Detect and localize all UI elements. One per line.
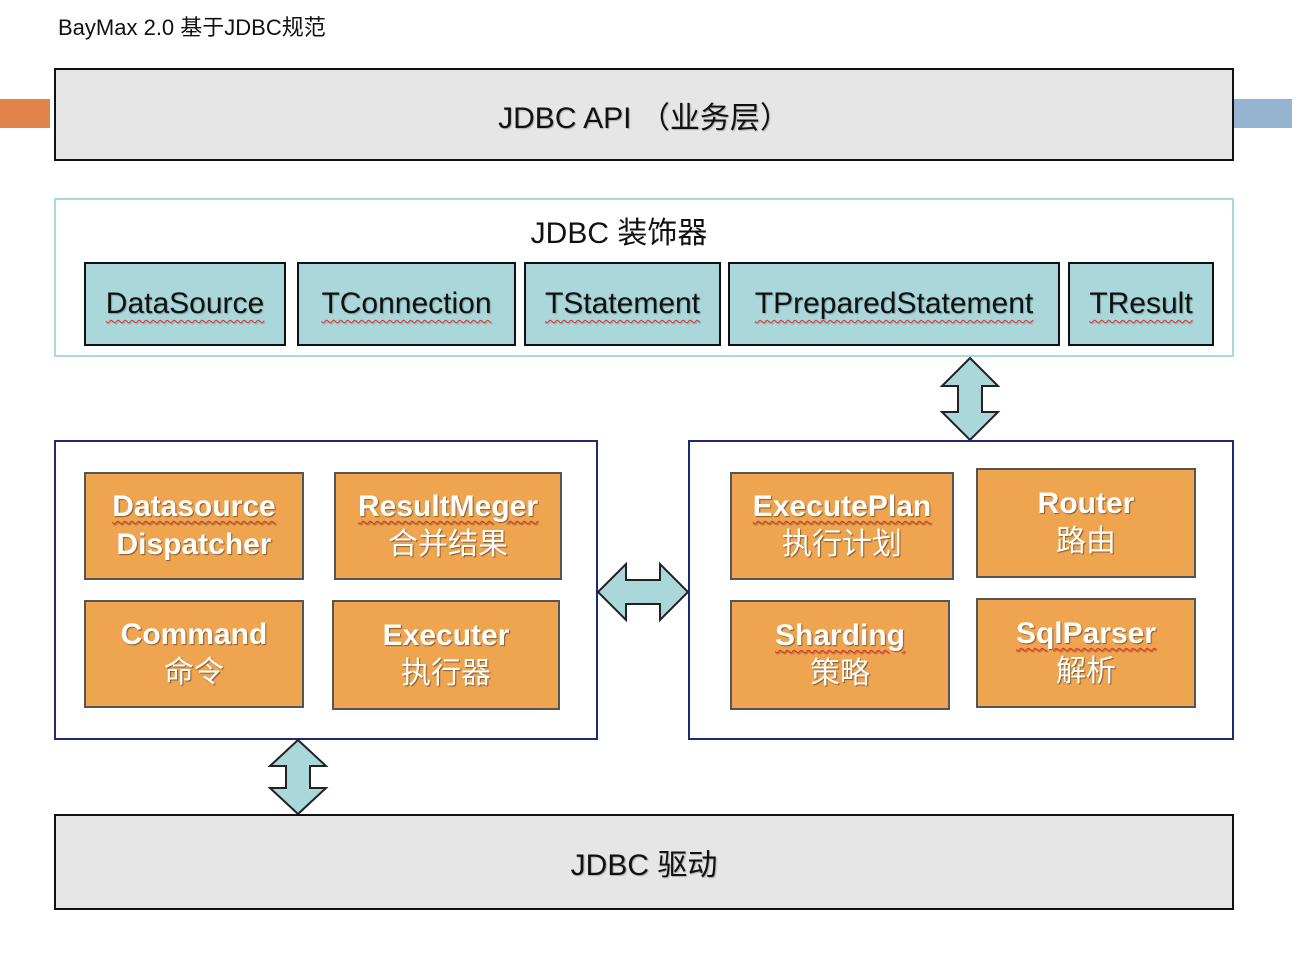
box-title: Command	[120, 618, 268, 651]
decorator-title: JDBC 装饰器	[530, 217, 708, 250]
page-title: BayMax 2.0 基于JDBC规范	[58, 15, 326, 40]
decorator-item-label: TConnection	[321, 287, 492, 320]
sqlparser-box: SqlParser 解析	[976, 598, 1196, 708]
sharding-box: Sharding 策略	[730, 600, 950, 710]
box-title: Executer	[382, 619, 510, 652]
box-title: SqlParser	[1015, 617, 1157, 650]
decorator-item-tresult: TResult	[1068, 262, 1214, 346]
box-subtitle: 解析	[1056, 655, 1116, 688]
box-title: Datasource	[112, 490, 276, 523]
decorator-item-label: TPreparedStatement	[754, 287, 1034, 320]
double-arrow-horizontal-icon	[596, 561, 690, 623]
jdbc-api-layer: JDBC API （业务层）	[54, 68, 1234, 161]
box-title-line2: Dispatcher	[116, 528, 272, 561]
jdbc-api-label: JDBC API （业务层）	[498, 101, 790, 135]
jdbc-driver-label: JDBC 驱动	[570, 849, 718, 882]
decorator-item-tconnection: TConnection	[297, 262, 516, 346]
decorator-item-label: DataSource	[105, 287, 265, 320]
box-title: Sharding	[774, 619, 905, 652]
decorator-item-tpreparedstatement: TPreparedStatement	[728, 262, 1060, 346]
command-box: Command 命令	[84, 600, 304, 708]
accent-bar-left	[0, 99, 50, 128]
box-title: Router	[1037, 487, 1135, 520]
box-subtitle: 执行器	[401, 657, 491, 690]
decorator-item-label: TStatement	[544, 287, 701, 320]
box-subtitle: 执行计划	[782, 528, 902, 561]
box-title: ResultMeger	[357, 490, 539, 523]
result-merger-box: ResultMeger 合并结果	[334, 472, 562, 580]
datasource-dispatcher-box: Datasource Dispatcher	[84, 472, 304, 580]
execute-plan-box: ExecutePlan 执行计划	[730, 472, 954, 580]
decorator-item-label: TResult	[1089, 287, 1193, 320]
box-subtitle: 策略	[810, 657, 870, 690]
box-subtitle: 命令	[164, 656, 224, 689]
box-subtitle: 合并结果	[388, 528, 508, 561]
jdbc-driver-layer: JDBC 驱动	[54, 814, 1234, 910]
box-subtitle: 路由	[1056, 525, 1116, 558]
accent-bar-right	[1234, 99, 1292, 128]
double-arrow-vertical-icon	[939, 356, 1001, 442]
router-box: Router 路由	[976, 468, 1196, 578]
decorator-item-tstatement: TStatement	[524, 262, 721, 346]
executer-box: Executer 执行器	[332, 600, 560, 710]
decorator-item-datasource: DataSource	[84, 262, 286, 346]
double-arrow-vertical-icon	[267, 738, 329, 816]
box-title: ExecutePlan	[752, 490, 932, 523]
